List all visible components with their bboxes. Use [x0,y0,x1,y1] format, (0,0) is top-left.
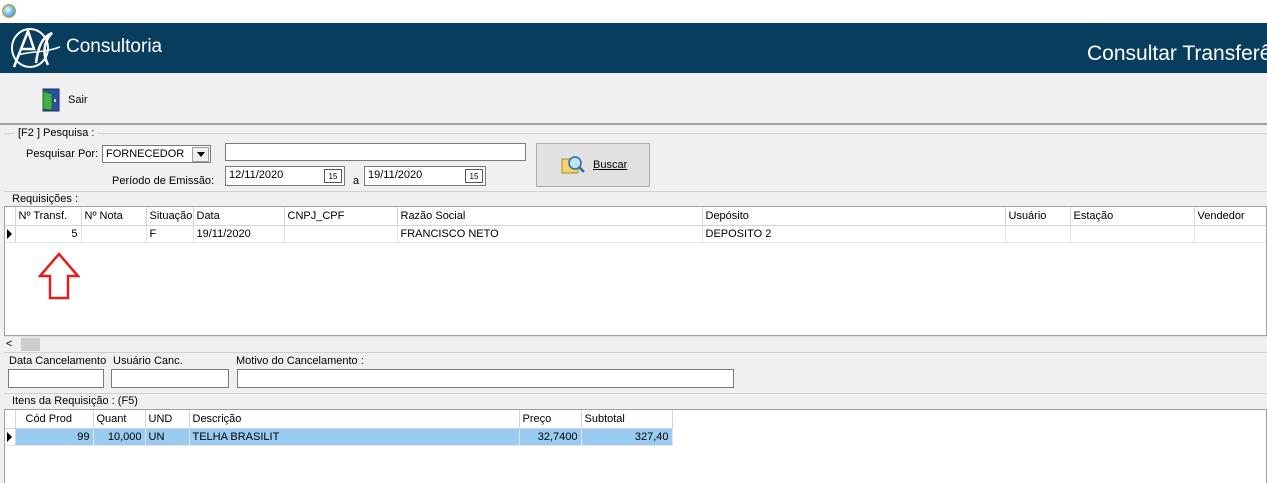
window-titlebar [0,0,1267,23]
col-header[interactable]: Estação [1070,207,1195,226]
calendar-icon[interactable]: 15 [465,169,483,183]
search-button-label: Buscar [593,159,628,171]
col-header[interactable]: Nº Transf. [15,207,82,226]
cancel-reason-label: Motivo do Cancelamento : [236,355,364,367]
cancel-date-field[interactable] [8,369,104,388]
col-header[interactable]: Cód Prod [15,410,94,429]
cell-deposito[interactable]: DEPOSITO 2 [702,225,1006,243]
date-to-value: 19/11/2020 [368,169,423,181]
red-up-arrow-annotation [38,252,80,300]
requisitions-group-title: Requisições : [9,193,82,205]
col-header[interactable]: Quant [93,410,146,429]
cell-cnpj[interactable] [284,225,398,243]
scroll-thumb[interactable] [21,338,40,351]
cell-transf[interactable]: 5 [15,225,82,243]
dropdown-arrow-icon[interactable] [192,147,209,162]
cell-situacao[interactable]: F [146,225,194,243]
items-group-border [4,393,1267,394]
requisitions-hscrollbar[interactable]: < [4,336,1267,352]
cell-subtotal[interactable]: 327,40 [581,428,673,446]
col-header[interactable]: Preço [519,410,582,429]
cancel-group-border [4,352,1267,353]
col-header[interactable]: Vendedor [1194,207,1266,226]
exit-button[interactable]: Sair [40,87,88,113]
cell-usuario[interactable] [1005,225,1071,243]
items-grid[interactable]: Cód Prod Quant UND Descrição Preço Subto… [4,409,1267,483]
row-indicator-header [5,410,16,429]
cell-estacao[interactable] [1070,225,1195,243]
search-by-value: FORNECEDOR [106,148,185,160]
row-indicator-header [5,207,16,226]
header-banner: Consultoria Consultar Transferências [0,23,1267,73]
cell-nota[interactable] [81,225,147,243]
col-header[interactable]: Depósito [702,207,1006,226]
col-header[interactable]: Descrição [189,410,520,429]
requisitions-grid[interactable]: Nº Transf. Nº Nota Situação Data CNPJ_CP… [4,206,1267,336]
row-pointer-icon [5,428,16,446]
scroll-left-icon[interactable]: < [6,338,12,350]
cell-descricao[interactable]: TELHA BRASILIT [189,428,520,446]
cell-und[interactable]: UN [145,428,190,446]
items-header-row: Cód Prod Quant UND Descrição Preço Subto… [5,410,673,429]
row-pointer-icon [5,225,16,243]
date-from-value: 12/11/2020 [229,169,284,181]
cell-quant[interactable]: 10,000 [93,428,146,446]
search-text-input[interactable] [225,143,526,161]
date-from-input[interactable]: 12/11/2020 15 [225,166,345,186]
search-by-label: Pesquisar Por: [26,148,99,160]
cancel-user-label: Usuário Canc. [113,355,183,367]
requisitions-group-border [4,191,1267,192]
col-header[interactable]: Nº Nota [81,207,147,226]
calendar-icon[interactable]: 15 [324,169,342,183]
col-header[interactable]: Razão Social [397,207,703,226]
exit-door-icon [42,88,60,112]
date-separator: a [353,175,360,187]
search-by-select[interactable]: FORNECEDOR [102,145,211,163]
search-group-title: [F2 ] Pesquisa : [15,127,98,139]
search-binoculars-icon [561,156,585,174]
cell-preco[interactable]: 32,7400 [519,428,582,446]
search-button[interactable]: Buscar [536,143,650,187]
toolbar: Sair [0,73,1267,125]
search-group-border [4,133,1267,134]
logo-icon [11,27,61,68]
logo-text: Consultoria [66,36,163,57]
col-header[interactable]: Subtotal [581,410,673,429]
exit-label: Sair [68,94,88,106]
app-icon[interactable] [2,4,16,18]
cancel-date-label: Data Cancelamento [9,355,107,367]
items-group-title: Itens da Requisição : (F5) [9,395,141,407]
period-label: Período de Emissão: [112,175,215,187]
cell-data[interactable]: 19/11/2020 [193,225,285,243]
table-row[interactable]: 99 10,000 UN TELHA BRASILIT 32,7400 327,… [5,428,673,446]
requisitions-header-row: Nº Transf. Nº Nota Situação Data CNPJ_CP… [5,207,1266,226]
col-header[interactable]: Situação [146,207,194,226]
col-header[interactable]: Data [193,207,285,226]
table-row[interactable]: 5 F 19/11/2020 FRANCISCO NETO DEPOSITO 2 [5,225,1266,243]
cell-vendedor[interactable] [1194,225,1266,243]
cancel-user-field[interactable] [111,369,229,388]
col-header[interactable]: Usuário [1005,207,1071,226]
date-to-input[interactable]: 19/11/2020 15 [364,166,486,186]
cell-cod[interactable]: 99 [15,428,94,446]
col-header[interactable]: CNPJ_CPF [284,207,398,226]
page-title: Consultar Transferências [1087,42,1267,65]
cell-razao[interactable]: FRANCISCO NETO [397,225,703,243]
col-header[interactable]: UND [145,410,190,429]
cancel-reason-field[interactable] [237,369,734,388]
